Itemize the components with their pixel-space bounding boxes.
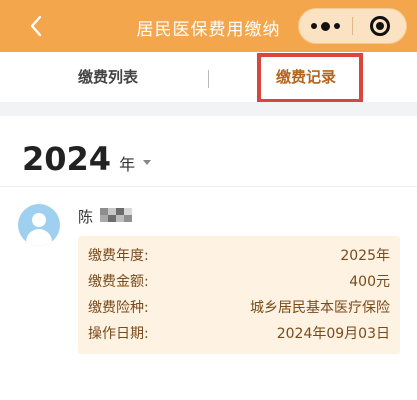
row-value: 城乡居民基本医疗保险 [250,300,390,316]
row-label: 缴费年度: [88,248,149,264]
year-unit: 年 [119,155,136,174]
year-value: 2024 [22,140,112,178]
tab-payment-list[interactable]: 缴费列表 [78,66,138,87]
row-value: 400元 [349,274,390,290]
mini-program-capsule [298,8,407,44]
record-row-date: 操作日期: 2024年09月03日 [88,320,390,346]
avatar-icon [18,204,60,246]
record-row-insurance-type: 缴费险种: 城乡居民基本医疗保险 [88,294,390,320]
payment-record-card: 缴费年度: 2025年 缴费金额: 400元 缴费险种: 城乡居民基本医疗保险 … [78,236,400,354]
more-button[interactable] [299,9,352,43]
payer-name: 陈 [78,208,94,226]
name-mosaic [100,208,132,222]
section-gap [0,102,417,116]
close-button[interactable] [353,9,406,43]
record-row-amount: 缴费金额: 400元 [88,268,390,294]
record-row-year: 缴费年度: 2025年 [88,242,390,268]
tab-divider [208,70,209,88]
close-icon [369,16,390,36]
year-selector[interactable]: 2024 年 [22,140,152,178]
more-icon [309,21,342,31]
row-value: 2024年09月03日 [276,326,390,342]
row-label: 缴费金额: [88,274,149,290]
divider [0,186,417,187]
header-bar: 居民医保费用缴纳 [0,0,417,52]
highlight-annotation [257,53,363,103]
row-value: 2025年 [340,248,390,264]
caret-down-icon [143,160,152,165]
row-label: 缴费险种: [88,300,149,316]
row-label: 操作日期: [88,326,149,342]
